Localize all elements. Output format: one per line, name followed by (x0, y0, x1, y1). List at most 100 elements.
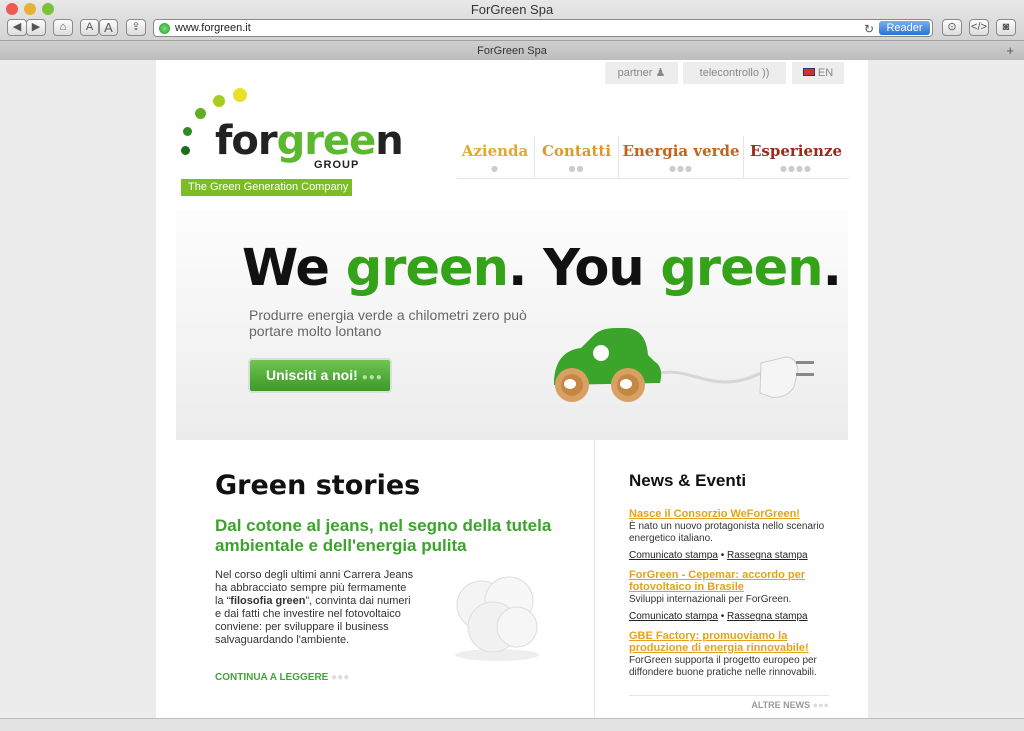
text-smaller-button[interactable]: A (80, 19, 99, 36)
stories-title: Green stories (215, 470, 421, 501)
nav-label: Contatti (541, 142, 612, 160)
logo-dot-icon (195, 108, 206, 119)
logo-dot-icon (183, 127, 192, 136)
partner-label: partner (617, 67, 653, 79)
news-item-desc: ForGreen supporta il progetto europeo pe… (629, 655, 817, 678)
news-item-title-link[interactable]: Nasce il Consorzio WeForGreen! (629, 508, 829, 520)
news-item-title-link[interactable]: ForGreen - Cepemar: accordo per fotovolt… (629, 569, 829, 593)
brand-tagline: The Green Generation Company (181, 179, 352, 196)
logo-dot-icon (213, 95, 225, 107)
screenshot-button[interactable]: ◙ (996, 19, 1016, 36)
nav-item-azienda[interactable]: Azienda ● (456, 140, 534, 180)
press-release-link[interactable]: Comunicato stampa (629, 611, 718, 622)
more-dots: ●●● (812, 700, 829, 710)
join-us-label: Unisciti a noi! (266, 367, 358, 383)
site-icon (159, 23, 170, 34)
brand-name: forgreen (215, 118, 404, 164)
cotton-image (455, 576, 539, 661)
nav-dots: ●●●● (780, 163, 812, 173)
user-icon: ♟ (655, 67, 666, 79)
downloads-button[interactable]: ⊙ (942, 19, 962, 36)
logo-dot-icon (233, 88, 247, 102)
url-text[interactable]: www.forgreen.it (175, 22, 251, 34)
nav-underline (457, 178, 849, 179)
headline-part: We (242, 239, 346, 298)
hero-subtitle: Produrre energia verde a chilometri zero… (249, 307, 527, 339)
camera-icon: ◙ (1002, 21, 1010, 33)
language-switch[interactable]: EN (792, 62, 844, 84)
nav-item-contatti[interactable]: Contatti ●● (535, 140, 618, 180)
more-dots: ●●● (331, 672, 350, 683)
nav-dots: ● (491, 163, 499, 173)
window-title: ForGreen Spa (470, 2, 554, 17)
reader-button[interactable]: Reader (879, 21, 930, 35)
join-us-button[interactable]: Unisciti a noi! ●●● (248, 358, 392, 393)
tab-title[interactable]: ForGreen Spa (0, 45, 1024, 57)
brand-suffix: n (375, 118, 404, 164)
toy-car-plug-image (554, 328, 814, 402)
hero-headline: We green. You green. (242, 239, 842, 298)
browser-toolbar: ForGreen Spa ◀ ▶ ⌂ A A ⇪ www.forgreen.it… (0, 0, 1024, 60)
rss-icon: )) (762, 67, 770, 79)
develop-button[interactable]: </> (969, 19, 989, 36)
link-separator: • (717, 550, 727, 561)
story-body: Nel corso degli ultimi anni Carrera Jean… (215, 569, 415, 647)
continue-label: CONTINUA A LEGGERE (215, 672, 329, 683)
telecontrollo-label: telecontrollo (699, 67, 759, 79)
new-tab-icon[interactable]: + (1006, 43, 1014, 58)
brand-group-label: GROUP (314, 159, 360, 171)
news-item-desc: Sviluppi internazionali per ForGreen. (629, 594, 792, 605)
news-item-desc: È nato un nuovo protagonista nello scena… (629, 521, 825, 544)
back-icon: ◀ (12, 21, 22, 33)
uk-flag-icon (802, 68, 815, 76)
nav-item-energia-verde[interactable]: Energia verde ●●● (619, 140, 743, 180)
headline-green: green (345, 239, 509, 298)
more-news-link[interactable]: ALTRE NEWS ●●● (629, 695, 829, 710)
headline-green: green (660, 239, 823, 298)
story-headline-link[interactable]: Dal cotone al jeans, nel segno della tut… (215, 516, 575, 556)
address-bar[interactable]: www.forgreen.it ↻ Reader (153, 19, 933, 37)
hero-banner: We green. You green. Produrre energia ve… (176, 210, 848, 440)
share-button[interactable]: ⇪ (126, 19, 146, 36)
reload-icon[interactable]: ↻ (864, 22, 874, 36)
text-larger-button[interactable]: A (99, 19, 118, 36)
headline-part: . (822, 239, 842, 298)
language-label: EN (817, 67, 834, 79)
downloads-icon: ⊙ (947, 21, 957, 33)
press-review-link[interactable]: Rassegna stampa (727, 550, 808, 561)
nav-label: Esperienze (749, 142, 843, 160)
green-stories-section: Green stories Dal cotone al jeans, nel s… (176, 440, 594, 718)
tab-bar: ForGreen Spa + (0, 40, 1024, 60)
headline-part: . You (507, 239, 661, 298)
partner-link[interactable]: partner ♟ (605, 62, 678, 84)
story-bold-text: filosofia green (230, 595, 306, 607)
share-icon: ⇪ (131, 21, 141, 33)
nav-dots: ●●● (669, 163, 693, 173)
logo-dot-icon (181, 146, 190, 155)
press-review-link[interactable]: Rassegna stampa (727, 611, 808, 622)
nav-label: Energia verde (622, 142, 740, 160)
more-news-label: ALTRE NEWS (751, 700, 811, 710)
window-bottom-bar (0, 718, 1024, 731)
nav-item-esperienze[interactable]: Esperienze ●●●● (744, 140, 848, 180)
news-title: News & Eventi (629, 471, 747, 490)
nav-label: Azienda (461, 142, 529, 160)
home-button[interactable]: ⌂ (53, 19, 73, 36)
home-icon: ⌂ (59, 21, 67, 33)
news-item: Nasce il Consorzio WeForGreen! È nato un… (629, 508, 829, 563)
continue-reading-link[interactable]: CONTINUA A LEGGERE ●●● (215, 672, 349, 683)
telecontrollo-link[interactable]: telecontrollo )) (683, 62, 786, 84)
nav-dots: ●● (568, 163, 585, 173)
brand-green-part: gree (276, 118, 377, 164)
news-item: ForGreen - Cepemar: accordo per fotovolt… (629, 569, 829, 624)
page-content: partner ♟ telecontrollo )) EN forgreen G… (156, 60, 868, 718)
news-section: News & Eventi Nasce il Consorzio WeForGr… (594, 440, 848, 718)
press-release-link[interactable]: Comunicato stampa (629, 550, 718, 561)
forward-button[interactable]: ▶ (26, 19, 46, 36)
news-item: GBE Factory: promuoviamo la produzione d… (629, 630, 829, 679)
forward-icon: ▶ (31, 21, 41, 33)
more-dots: ●●● (361, 372, 383, 383)
link-separator: • (717, 611, 727, 622)
news-item-title-link[interactable]: GBE Factory: promuoviamo la produzione d… (629, 630, 829, 654)
back-button[interactable]: ◀ (7, 19, 27, 36)
